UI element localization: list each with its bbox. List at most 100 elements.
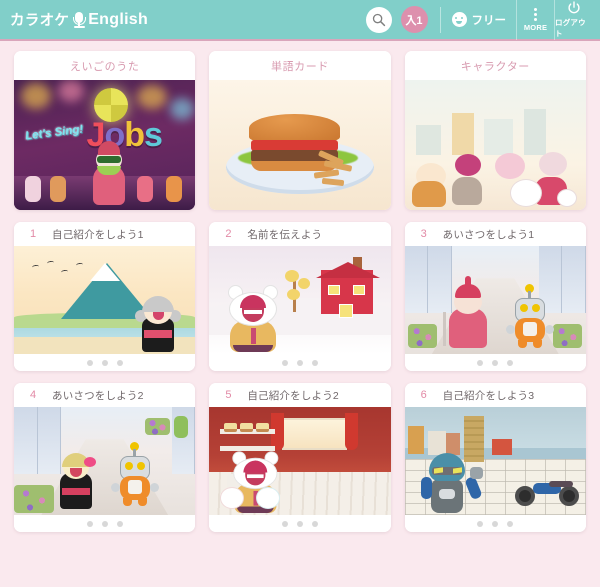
user-badge[interactable]: 入1 bbox=[400, 6, 428, 33]
vertical-dots-icon bbox=[534, 7, 537, 21]
lesson-number: 1 bbox=[30, 228, 37, 240]
robot-character bbox=[505, 283, 554, 348]
page-dot[interactable] bbox=[311, 520, 318, 527]
header-actions: 入1 フリー MORE ログアウト bbox=[365, 0, 593, 40]
page-dot[interactable] bbox=[311, 359, 318, 366]
feature-card-characters[interactable]: キャラクター bbox=[404, 51, 586, 210]
feature-card-title: 単語カード bbox=[209, 51, 391, 80]
more-label: MORE bbox=[523, 22, 548, 32]
lesson-pagination[interactable] bbox=[404, 515, 586, 532]
page-dot[interactable] bbox=[101, 359, 108, 366]
singer-character bbox=[87, 140, 131, 205]
character-kitten bbox=[556, 189, 577, 208]
geisha-character bbox=[54, 447, 98, 509]
page-dot[interactable] bbox=[86, 359, 93, 366]
character-robot-body bbox=[411, 181, 446, 208]
page-dot[interactable] bbox=[492, 359, 499, 366]
lesson-card-header: 2 名前を伝えよう bbox=[209, 222, 391, 246]
power-icon bbox=[567, 0, 580, 13]
plan-status[interactable]: フリー bbox=[451, 12, 507, 28]
background-character bbox=[174, 415, 189, 438]
mini-character-2 bbox=[50, 176, 67, 203]
lesson-card-5[interactable]: 5 自己紹介をしよう2 bbox=[209, 383, 391, 532]
lesson-number: 2 bbox=[225, 228, 232, 240]
cafe-artwork bbox=[209, 407, 391, 515]
page-dot[interactable] bbox=[477, 520, 484, 527]
lesson-card-1[interactable]: 1 自己紹介をしよう1 bbox=[14, 222, 196, 371]
page-dot[interactable] bbox=[296, 520, 303, 527]
kitten-character-2 bbox=[256, 486, 281, 509]
lesson-title: 自己紹介をしよう1 bbox=[52, 228, 144, 241]
lesson-pagination[interactable] bbox=[209, 354, 391, 371]
lesson-card-6[interactable]: 6 自己紹介をしよう3 bbox=[404, 383, 586, 532]
page-dot[interactable] bbox=[477, 359, 484, 366]
brand-label-jp: カラオケ bbox=[10, 13, 70, 29]
lesson-pagination[interactable] bbox=[404, 354, 586, 371]
lesson-title: 自己紹介をしよう3 bbox=[442, 389, 535, 402]
feature-card-wordcards[interactable]: 単語カード bbox=[209, 51, 391, 210]
shopping-street-artwork bbox=[404, 246, 586, 354]
mini-character-4 bbox=[166, 176, 183, 203]
lesson-card-header: 1 自己紹介をしよう1 bbox=[14, 222, 196, 246]
lesson-number: 3 bbox=[420, 228, 427, 240]
lets-sing-jobs-artwork: Let's Sing! Jobs bbox=[14, 80, 196, 210]
lesson-pagination[interactable] bbox=[14, 354, 196, 371]
robot-character bbox=[111, 442, 160, 507]
page-dot[interactable] bbox=[116, 520, 123, 527]
feature-card-title: キャラクター bbox=[404, 51, 586, 80]
page-dot[interactable] bbox=[101, 520, 108, 527]
feature-card-grid: えいごのうた Let's Sing! Jobs 単語カード キャラクター bbox=[14, 51, 586, 210]
page-dot[interactable] bbox=[281, 359, 288, 366]
plan-label: フリー bbox=[471, 14, 507, 27]
header-divider-1 bbox=[439, 6, 441, 33]
motorbike bbox=[514, 476, 579, 507]
kimono-girl-character bbox=[134, 288, 181, 352]
brand-label-en: English bbox=[88, 10, 149, 28]
character-group-artwork bbox=[404, 80, 586, 210]
hamburger-artwork bbox=[209, 80, 391, 210]
lesson-card-3[interactable]: 3 あいさつをしよう1 bbox=[404, 222, 586, 371]
app-header: カラオケ English 入1 フリー MORE ログアウト bbox=[0, 0, 600, 41]
mini-character-3 bbox=[137, 176, 154, 203]
lesson-title: あいさつをしよう2 bbox=[52, 389, 144, 402]
lesson-title: 名前を伝えよう bbox=[247, 228, 323, 241]
face-icon bbox=[451, 12, 467, 27]
page-dot[interactable] bbox=[86, 520, 93, 527]
lady-character bbox=[442, 275, 491, 348]
mount-fuji-artwork bbox=[14, 246, 196, 354]
page-dot[interactable] bbox=[281, 520, 288, 527]
lesson-card-grid: 1 自己紹介をしよう1 2 名前を伝えよう 3 あいさつをしよう1 4 あいさつ… bbox=[14, 222, 586, 532]
hero-character bbox=[419, 451, 484, 513]
logout-button[interactable]: ログアウト bbox=[555, 0, 592, 40]
lesson-card-header: 6 自己紹介をしよう3 bbox=[404, 383, 586, 407]
lesson-card-2[interactable]: 2 名前を伝えよう bbox=[209, 222, 391, 371]
lesson-card-4[interactable]: 4 あいさつをしよう2 bbox=[14, 383, 196, 532]
lesson-pagination[interactable] bbox=[209, 515, 391, 532]
lesson-card-header: 5 自己紹介をしよう2 bbox=[209, 383, 391, 407]
lesson-pagination[interactable] bbox=[14, 515, 196, 532]
lesson-number: 6 bbox=[420, 389, 427, 401]
song-subtitle: Let's Sing! bbox=[24, 123, 84, 143]
character-villain bbox=[455, 154, 482, 177]
mini-character-1 bbox=[24, 176, 41, 203]
snow-house-artwork bbox=[209, 246, 391, 354]
feature-card-title: えいごのうた bbox=[14, 51, 196, 80]
more-button[interactable]: MORE bbox=[517, 0, 554, 40]
bear-character bbox=[224, 284, 282, 352]
brand-logo[interactable]: カラオケ English bbox=[10, 9, 148, 30]
page-dot[interactable] bbox=[507, 520, 514, 527]
page-dot[interactable] bbox=[507, 359, 514, 366]
feature-card-songs[interactable]: えいごのうた Let's Sing! Jobs bbox=[14, 51, 196, 210]
lesson-title: 自己紹介をしよう2 bbox=[247, 389, 339, 402]
search-button[interactable] bbox=[365, 6, 392, 33]
kitten-character-1 bbox=[220, 486, 245, 509]
page-dot[interactable] bbox=[492, 520, 499, 527]
page-dot[interactable] bbox=[116, 359, 123, 366]
page-dot[interactable] bbox=[296, 359, 303, 366]
microphone-icon bbox=[71, 11, 87, 29]
lesson-title: あいさつをしよう1 bbox=[442, 228, 535, 241]
logout-label: ログアウト bbox=[555, 17, 586, 38]
shopping-street-geisha-artwork bbox=[14, 407, 196, 515]
lesson-card-header: 4 あいさつをしよう2 bbox=[14, 383, 196, 407]
lesson-number: 5 bbox=[225, 389, 232, 401]
